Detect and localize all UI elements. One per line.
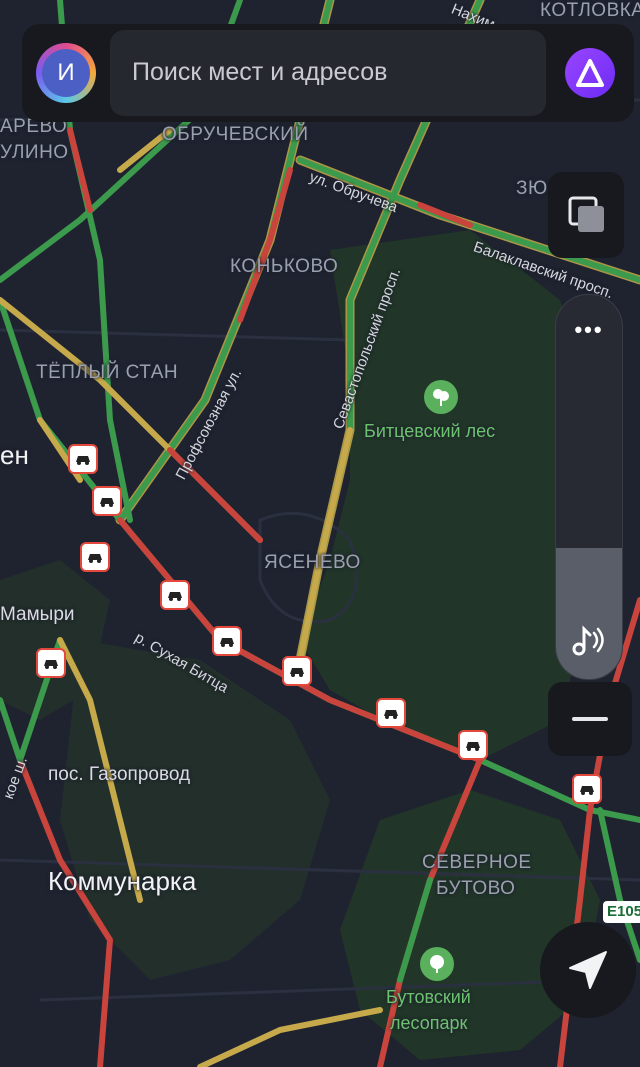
park-pin-icon[interactable] bbox=[424, 380, 458, 414]
district-label: КОТЛОВКА bbox=[540, 0, 640, 21]
volume-slider[interactable]: ••• bbox=[555, 294, 623, 680]
profile-avatar[interactable]: И bbox=[36, 43, 96, 103]
district-label: УЛИНО bbox=[0, 142, 69, 163]
minus-icon bbox=[572, 717, 608, 721]
road-south bbox=[197, 1007, 383, 1067]
park-label: Бутовский bbox=[386, 987, 471, 1007]
road-westside-jam bbox=[67, 127, 93, 213]
park-label: лесопарк bbox=[390, 1013, 468, 1033]
map-canvas[interactable] bbox=[0, 0, 640, 1067]
district-label: СЕВЕРНОЕ bbox=[422, 852, 532, 873]
voice-assistant-button[interactable] bbox=[565, 48, 615, 98]
place-label: ен bbox=[0, 440, 29, 470]
layers-icon bbox=[568, 196, 604, 232]
navigation-arrow-icon bbox=[569, 951, 607, 989]
accident-icon[interactable] bbox=[36, 648, 66, 678]
park-label: Битцевский лес bbox=[364, 421, 496, 441]
district-label: ТЁПЛЫЙ СТАН bbox=[36, 362, 179, 383]
accident-icon[interactable] bbox=[282, 656, 312, 686]
my-location-button[interactable] bbox=[540, 922, 636, 1018]
road-obrucheva-jam bbox=[417, 202, 473, 228]
place-label: Мамыри bbox=[0, 604, 75, 625]
highway-shield: E105 bbox=[603, 901, 640, 923]
alice-icon bbox=[576, 59, 604, 87]
speaker-icon bbox=[572, 625, 604, 656]
accident-icon[interactable] bbox=[458, 730, 488, 760]
accident-icon[interactable] bbox=[92, 486, 122, 516]
more-button[interactable]: ••• bbox=[556, 317, 622, 343]
district-label: БУТОВО bbox=[436, 878, 516, 899]
accident-icon[interactable] bbox=[80, 542, 110, 572]
avatar-letter: И bbox=[42, 49, 90, 97]
accident-icon[interactable] bbox=[212, 626, 242, 656]
district-label: ЯСЕНЕВО bbox=[264, 552, 361, 573]
volume-fill bbox=[556, 548, 622, 679]
park-pin-icon[interactable] bbox=[420, 947, 454, 981]
layers-button[interactable] bbox=[548, 172, 624, 258]
road-profsoyuznaya-jam bbox=[237, 167, 293, 323]
zoom-out-button[interactable] bbox=[548, 682, 632, 756]
accident-icon[interactable] bbox=[160, 580, 190, 610]
city-label: Коммунарка bbox=[48, 866, 197, 896]
accident-icon[interactable] bbox=[572, 774, 602, 804]
search-input[interactable]: Поиск мест и адресов bbox=[110, 30, 546, 116]
place-label: пос. Газопровод bbox=[48, 764, 191, 785]
search-placeholder: Поиск мест и адресов bbox=[132, 58, 388, 86]
district-label: ОБРУЧЕВСКИЙ bbox=[162, 124, 309, 145]
district-label: КОНЬКОВО bbox=[230, 256, 339, 277]
accident-icon[interactable] bbox=[376, 698, 406, 728]
accident-icon[interactable] bbox=[68, 444, 98, 474]
